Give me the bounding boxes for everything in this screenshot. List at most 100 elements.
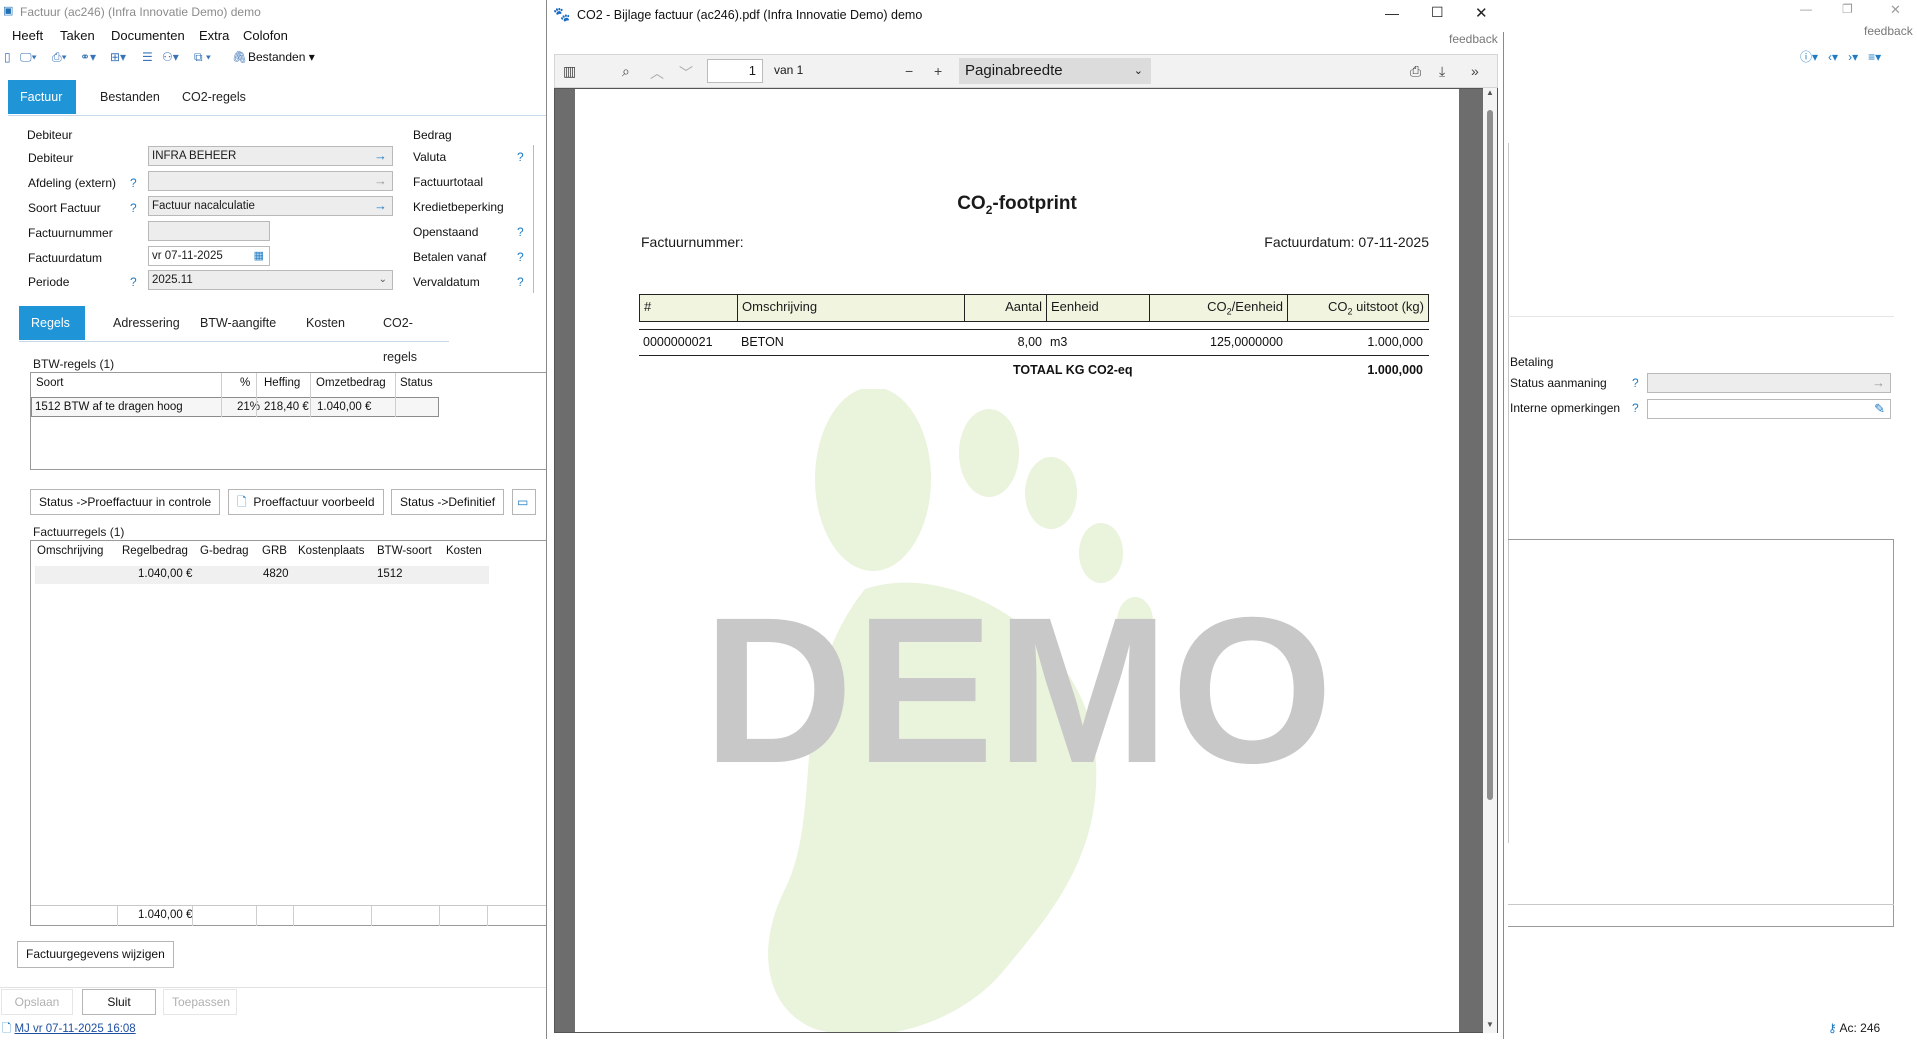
more-tools-icon[interactable]: » [1471,63,1479,79]
status-bar-left[interactable]: 🗋 MJ vr 07-11-2025 16:08 [2,1021,136,1040]
feedback-link[interactable]: feedback [1864,24,1913,38]
col-status[interactable]: Status [400,377,433,389]
help-icon[interactable]: ? [517,225,524,239]
label-soort-factuur: Soort Factuur [28,201,101,215]
periode-select[interactable]: 2025.11 ⌄ [148,270,393,290]
forward-icon[interactable]: ›▾ [1848,50,1858,64]
col-omzetbedrag[interactable]: Omzetbedrag [316,377,386,389]
debiteur-field[interactable]: INFRA BEHEER → [148,146,393,166]
zoom-out-icon[interactable]: − [905,63,913,79]
scrollbar-thumb[interactable] [1487,110,1493,800]
col-kosten[interactable]: Kosten [446,545,482,557]
new-icon[interactable]: ▯ [4,50,11,64]
help-icon[interactable]: ? [130,176,137,190]
paperclip-icon[interactable]: 🖇 [232,50,247,64]
col-kostenplaats[interactable]: Kostenplaats [298,545,365,557]
tab-factuur[interactable]: Factuur [8,80,76,114]
link-icon[interactable]: ⚭▾ [80,50,96,64]
status-aanmaning-field[interactable]: → [1647,373,1891,393]
proeffactuur-voorbeeld-button[interactable]: 🗋 Proeffactuur voorbeeld [228,489,384,515]
tab-bestanden[interactable]: Bestanden [88,80,172,114]
table-row[interactable]: 1512 BTW af te dragen hoog 21% 218,40 € … [31,397,439,417]
maximize-icon[interactable]: ☐ [1431,4,1444,21]
tab-btw-aangifte[interactable]: BTW-aangifte [188,306,288,340]
tree-icon[interactable]: ⊞▾ [110,50,126,64]
help-icon[interactable]: ? [1632,401,1639,415]
minimize-icon[interactable]: — [1385,5,1399,21]
col-percentage[interactable]: % [240,377,250,389]
opslaan-button[interactable]: Opslaan [1,989,73,1015]
zoom-in-icon[interactable]: + [934,63,942,79]
print-icon[interactable]: ⎙▾ [52,50,67,65]
help-icon[interactable]: ? [517,150,524,164]
print-icon[interactable]: ⎙ [1410,63,1421,80]
monitor-icon[interactable]: 🖵▾ [20,50,37,65]
col-heffing[interactable]: Heffing [264,377,300,389]
tab-regels[interactable]: Regels [19,306,85,340]
tab-adressering[interactable]: Adressering [101,306,192,340]
sluit-button[interactable]: Sluit [82,989,156,1015]
factuurnummer-field[interactable] [148,221,270,241]
soort-factuur-field[interactable]: Factuur nacalculatie → [148,196,393,216]
pdf-scrollbar[interactable]: ▲ ▼ [1483,88,1497,1033]
tab-kosten[interactable]: Kosten [294,306,357,340]
minimize-icon[interactable]: — [1800,2,1812,16]
sidebar-toggle-icon[interactable]: ▥ [563,63,576,80]
zoom-select[interactable]: Paginabreedte ⌄ [959,58,1151,84]
status-definitief-button[interactable]: Status ->Definitief [391,489,505,515]
users-icon[interactable]: ⚇▾ [162,50,179,64]
col-omschrijving[interactable]: Omschrijving [37,545,103,557]
window-icon[interactable]: ⧉ ▾ [194,50,211,65]
arrow-right-icon[interactable]: → [1872,374,1885,392]
factuurgegevens-wijzigen-button[interactable]: Factuurgegevens wijzigen [17,941,174,968]
chevron-down-icon[interactable]: ⌄ [379,271,387,289]
col-soort[interactable]: Soort [36,377,64,389]
download-icon[interactable]: ⤓ [1439,63,1445,80]
bestanden-menu[interactable]: Bestanden ▾ [248,50,315,64]
list-icon[interactable]: ☰ [142,50,153,64]
factuurdatum-field[interactable]: vr 07-11-2025 ▦ [148,246,270,266]
arrow-right-icon[interactable]: → [374,197,387,215]
chevron-down-icon[interactable]: ﹀ [679,63,693,83]
tab-co2-regels-sub[interactable]: CO2-regels [371,306,449,364]
interne-opmerkingen-field[interactable]: ✎ [1647,399,1891,419]
col-regelbedrag[interactable]: Regelbedrag [122,545,188,557]
menu-extra[interactable]: Extra [199,28,229,43]
close-icon[interactable]: ✕ [1475,4,1488,22]
close-icon[interactable]: ✕ [1890,2,1901,18]
feedback-link[interactable]: feedback [1449,32,1498,46]
afdeling-field[interactable]: → [148,171,393,191]
menu-colofon[interactable]: Colofon [243,28,288,43]
help-icon[interactable]: ? [130,275,137,289]
help-icon[interactable]: ⓘ▾ [1800,50,1818,64]
help-icon[interactable]: ? [517,250,524,264]
list-nav-icon[interactable]: ≡▾ [1868,50,1881,64]
menu-documenten[interactable]: Documenten [111,28,185,43]
col-grb[interactable]: GRB [262,545,287,557]
calendar-icon[interactable]: ▦ [254,247,264,265]
help-icon[interactable]: ? [130,201,137,215]
cell-regelbedrag: 1.040,00 € [138,568,193,580]
chevron-up-icon[interactable]: ︿ [650,63,664,83]
col-g-bedrag[interactable]: G-bedrag [200,545,249,557]
restore-icon[interactable]: ❐ [1842,2,1853,16]
menu-heeft[interactable]: Heeft [12,28,43,43]
scroll-down-icon[interactable]: ▼ [1486,1020,1494,1029]
pdf-viewport[interactable]: DEMO CO2-footprint Factuurnummer: Factuu… [554,88,1498,1033]
toepassen-button[interactable]: Toepassen [163,989,237,1015]
tab-co2-regels[interactable]: CO2-regels [170,80,258,114]
help-icon[interactable]: ? [1632,376,1639,390]
table-row[interactable]: 1.040,00 € 4820 1512 [35,566,489,584]
col-btw-soort[interactable]: BTW-soort [377,545,432,557]
back-icon[interactable]: ‹▾ [1828,50,1838,64]
arrow-right-icon[interactable]: → [374,172,387,190]
arrow-right-icon[interactable]: → [374,147,387,165]
page-number-input[interactable]: 1 [707,59,763,83]
menu-taken[interactable]: Taken [60,28,95,43]
more-button[interactable]: ▭ [512,489,536,515]
search-icon[interactable]: ⌕ [622,63,630,80]
scroll-up-icon[interactable]: ▲ [1486,88,1494,97]
status-proeffactuur-button[interactable]: Status ->Proeffactuur in controle [30,489,221,515]
help-icon[interactable]: ? [517,275,524,289]
pencil-icon[interactable]: ✎ [1874,400,1885,418]
